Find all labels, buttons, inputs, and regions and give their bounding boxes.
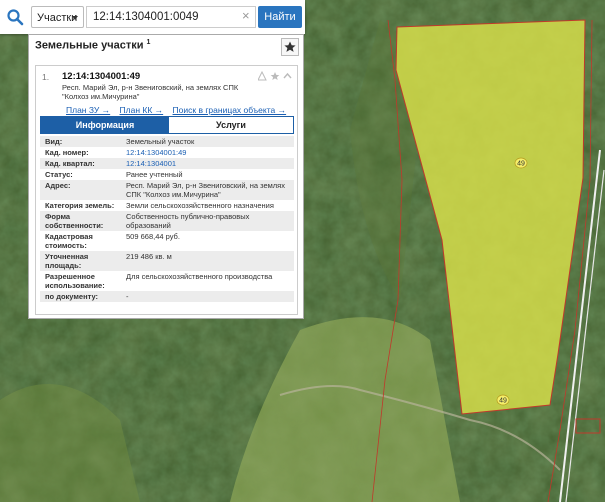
result-count: 1 [146, 39, 151, 46]
row-label: Статус: [45, 170, 73, 179]
tab-information[interactable]: Информация [41, 117, 169, 133]
row-label: по документу: [45, 292, 99, 301]
panel-title-text: Земельные участки [35, 39, 144, 52]
card-actions [258, 71, 292, 81]
chevron-up-icon[interactable] [283, 72, 292, 79]
row-label: Кадастровая стоимость: [45, 232, 93, 250]
plan-zu-link[interactable]: План ЗУ → [66, 105, 110, 115]
table-row: по документу: - [40, 291, 294, 302]
search-bar: Участки × Найти [0, 0, 305, 34]
parcel-marker[interactable]: 49 [514, 157, 528, 169]
row-value: Ранее учтенный [126, 170, 183, 179]
item-index: 1. [42, 72, 50, 82]
row-value: - [126, 292, 129, 301]
object-links: План ЗУ → План КК → Поиск в границах объ… [66, 105, 293, 115]
star-icon[interactable] [270, 72, 280, 80]
results-panel: Земельные участки 1 1. 12:14:1304001:49 … [28, 34, 304, 319]
chevron-down-icon [72, 16, 78, 20]
cadastral-number-link[interactable]: 12:14:1304001:49 [126, 148, 294, 157]
search-icon[interactable] [6, 8, 24, 26]
row-label: Кад. номер: [45, 148, 89, 157]
table-row: Уточненная площадь: 219 486 кв. м [40, 251, 294, 271]
object-type-select[interactable]: Участки [31, 6, 84, 28]
find-button[interactable]: Найти [258, 6, 302, 28]
row-label: Вид: [45, 137, 63, 146]
svg-text:49: 49 [499, 398, 507, 405]
search-in-bounds-link[interactable]: Поиск в границах объекта → [173, 105, 287, 115]
row-label: Уточненная площадь: [45, 252, 89, 270]
star-icon [284, 41, 296, 52]
result-card: 1. 12:14:1304001:49 Респ. Марий Эл, р-н … [35, 65, 298, 315]
cadastral-number[interactable]: 12:14:1304001:49 [62, 71, 140, 82]
close-icon[interactable]: × [242, 9, 250, 23]
table-row: Категория земель: Земли сельскохозяйстве… [40, 200, 294, 211]
table-row: Кад. номер: 12:14:1304001:49 [40, 147, 294, 158]
row-label: Адрес: [45, 181, 71, 190]
address-line: Респ. Марий Эл, р-н Звениговский, на зем… [62, 83, 239, 92]
row-label: Кад. квартал: [45, 159, 95, 168]
table-row: Кадастровая стоимость: 509 668,44 руб. [40, 231, 294, 251]
svg-text:49: 49 [517, 161, 525, 168]
info-table: Вид: Земельный участок Кад. номер: 12:14… [40, 136, 294, 302]
row-value: Земли сельскохозяйственного назначения [126, 201, 274, 210]
table-row: Вид: Земельный участок [40, 136, 294, 147]
row-value: 509 668,44 руб. [126, 232, 180, 241]
plan-kk-link[interactable]: План КК → [120, 105, 164, 115]
cadastral-quarter-link[interactable]: 12:14:1304001 [126, 159, 294, 168]
row-value: Собственность публично-правовых образова… [126, 212, 250, 230]
row-value: 219 486 кв. м [126, 252, 172, 261]
address-line: "Колхоз им.Мичурина" [62, 92, 140, 101]
tabs: Информация Услуги [40, 116, 294, 134]
row-value: Для сельскохозяйственного производства [126, 272, 273, 281]
table-row: Кад. квартал: 12:14:1304001 [40, 158, 294, 169]
warning-icon[interactable] [258, 71, 267, 81]
table-row: Статус: Ранее учтенный [40, 169, 294, 180]
panel-title: Земельные участки 1 [35, 39, 150, 52]
table-row: Адрес: Респ. Марий Эл, р-н Звениговский,… [40, 180, 294, 200]
row-label: Категория земель: [45, 201, 115, 210]
row-label: Форма собственности: [45, 212, 104, 230]
table-row: Разрешенное использование: Для сельскохо… [40, 271, 294, 291]
favorite-button[interactable] [281, 38, 299, 56]
table-row: Форма собственности: Собственность публи… [40, 211, 294, 231]
search-input[interactable] [86, 6, 256, 28]
item-address: Респ. Марий Эл, р-н Звениговский, на зем… [62, 83, 252, 101]
row-value: Земельный участок [126, 137, 195, 146]
row-value: Респ. Марий Эл, р-н Звениговский, на зем… [126, 181, 285, 199]
row-label: Разрешенное использование: [45, 272, 105, 290]
parcel-marker[interactable]: 49 [496, 394, 510, 406]
tab-services[interactable]: Услуги [169, 117, 293, 133]
